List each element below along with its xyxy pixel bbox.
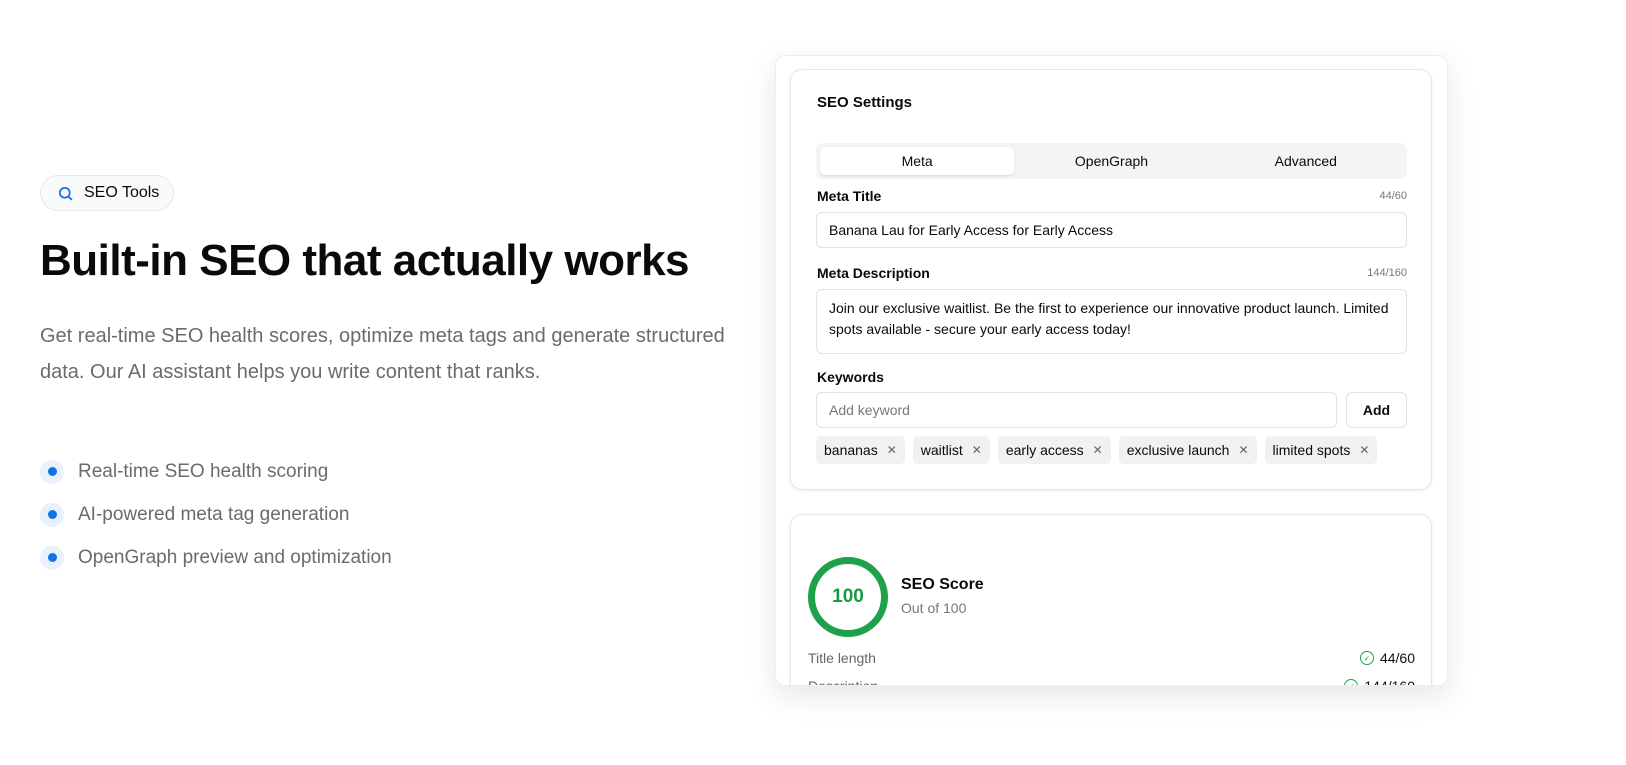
score-row: Description ✓ 144/160 — [808, 678, 1415, 686]
add-keyword-button[interactable]: Add — [1346, 392, 1407, 428]
feature-item: Real-time SEO health scoring — [40, 450, 392, 493]
meta-title-label: Meta Title — [817, 188, 882, 204]
seo-score-card: 100 SEO Score Out of 100 Title length ✓ 44… — [790, 514, 1432, 686]
tag-label: bananas — [824, 442, 878, 458]
meta-description-textarea[interactable]: Join our exclusive waitlist. Be the firs… — [816, 289, 1407, 354]
feature-item: OpenGraph preview and optimization — [40, 536, 392, 579]
tag-label: exclusive launch — [1126, 442, 1230, 458]
feature-label: OpenGraph preview and optimization — [78, 546, 392, 568]
settings-title: SEO Settings — [817, 94, 913, 111]
meta-description-label: Meta Description — [817, 265, 930, 281]
remove-tag-icon[interactable]: ✕ — [887, 443, 897, 457]
score-subtitle: Out of 100 — [901, 600, 967, 616]
remove-tag-icon[interactable]: ✕ — [972, 443, 982, 457]
tag-label: waitlist — [920, 442, 963, 458]
meta-description-count: 144/160 — [1367, 267, 1407, 279]
feature-list: Real-time SEO health scoring AI-powered … — [40, 450, 392, 579]
seo-settings-card: SEO Settings Meta OpenGraph Advanced Met… — [790, 69, 1432, 490]
tab-bar: Meta OpenGraph Advanced — [816, 143, 1407, 179]
remove-tag-icon[interactable]: ✕ — [1093, 443, 1103, 457]
search-icon — [58, 186, 73, 201]
meta-title-count: 44/60 — [1379, 190, 1407, 202]
check-circle-icon: ✓ — [1344, 679, 1359, 685]
preview-panel[interactable]: SEO Settings Meta OpenGraph Advanced Met… — [775, 55, 1448, 686]
score-ring: 100 — [808, 557, 888, 637]
score-title: SEO Score — [901, 576, 984, 593]
tag-label: early access — [1005, 442, 1084, 458]
keyword-tags: bananas ✕ waitlist ✕ early access ✕ exclusi… — [816, 436, 1378, 464]
check-circle-icon: ✓ — [1359, 651, 1374, 665]
row-value: 144/160 — [1364, 678, 1415, 686]
keyword-tag: bananas ✕ — [816, 436, 905, 464]
bullet-icon — [40, 545, 64, 570]
keyword-input[interactable]: Add keyword — [816, 392, 1337, 428]
badge-label: SEO Tools — [84, 184, 160, 201]
remove-tag-icon[interactable]: ✕ — [1359, 443, 1369, 457]
row-label: Title length — [808, 650, 876, 666]
bullet-icon — [40, 502, 64, 527]
row-label: Description — [808, 678, 879, 686]
meta-title-input[interactable]: Banana Lau for Early Access for Early Ac… — [816, 212, 1407, 248]
remove-tag-icon[interactable]: ✕ — [1238, 443, 1248, 457]
tab-meta[interactable]: Meta — [820, 147, 1015, 175]
score-row: Title length ✓ 44/60 — [808, 650, 1415, 666]
feature-item: AI-powered meta tag generation — [40, 493, 392, 536]
tab-advanced[interactable]: Advanced — [1209, 147, 1403, 175]
seo-tools-badge: SEO Tools — [40, 175, 175, 211]
keyword-tag: exclusive launch ✕ — [1118, 436, 1257, 464]
tab-opengraph[interactable]: OpenGraph — [1014, 147, 1208, 175]
lead-text: Get real-time SEO health scores, optimiz… — [40, 325, 725, 383]
row-value: 44/60 — [1379, 650, 1415, 666]
keyword-tag: limited spots ✕ — [1264, 436, 1378, 464]
feature-label: Real-time SEO health scoring — [78, 460, 329, 482]
keyword-tag: waitlist ✕ — [912, 436, 990, 464]
keyword-tag: early access ✕ — [997, 436, 1111, 464]
bullet-icon — [40, 459, 64, 484]
feature-label: AI-powered meta tag generation — [78, 503, 350, 525]
tag-label: limited spots — [1272, 442, 1351, 458]
keywords-label: Keywords — [817, 369, 884, 385]
headline: Built-in SEO that actually works — [40, 236, 690, 285]
